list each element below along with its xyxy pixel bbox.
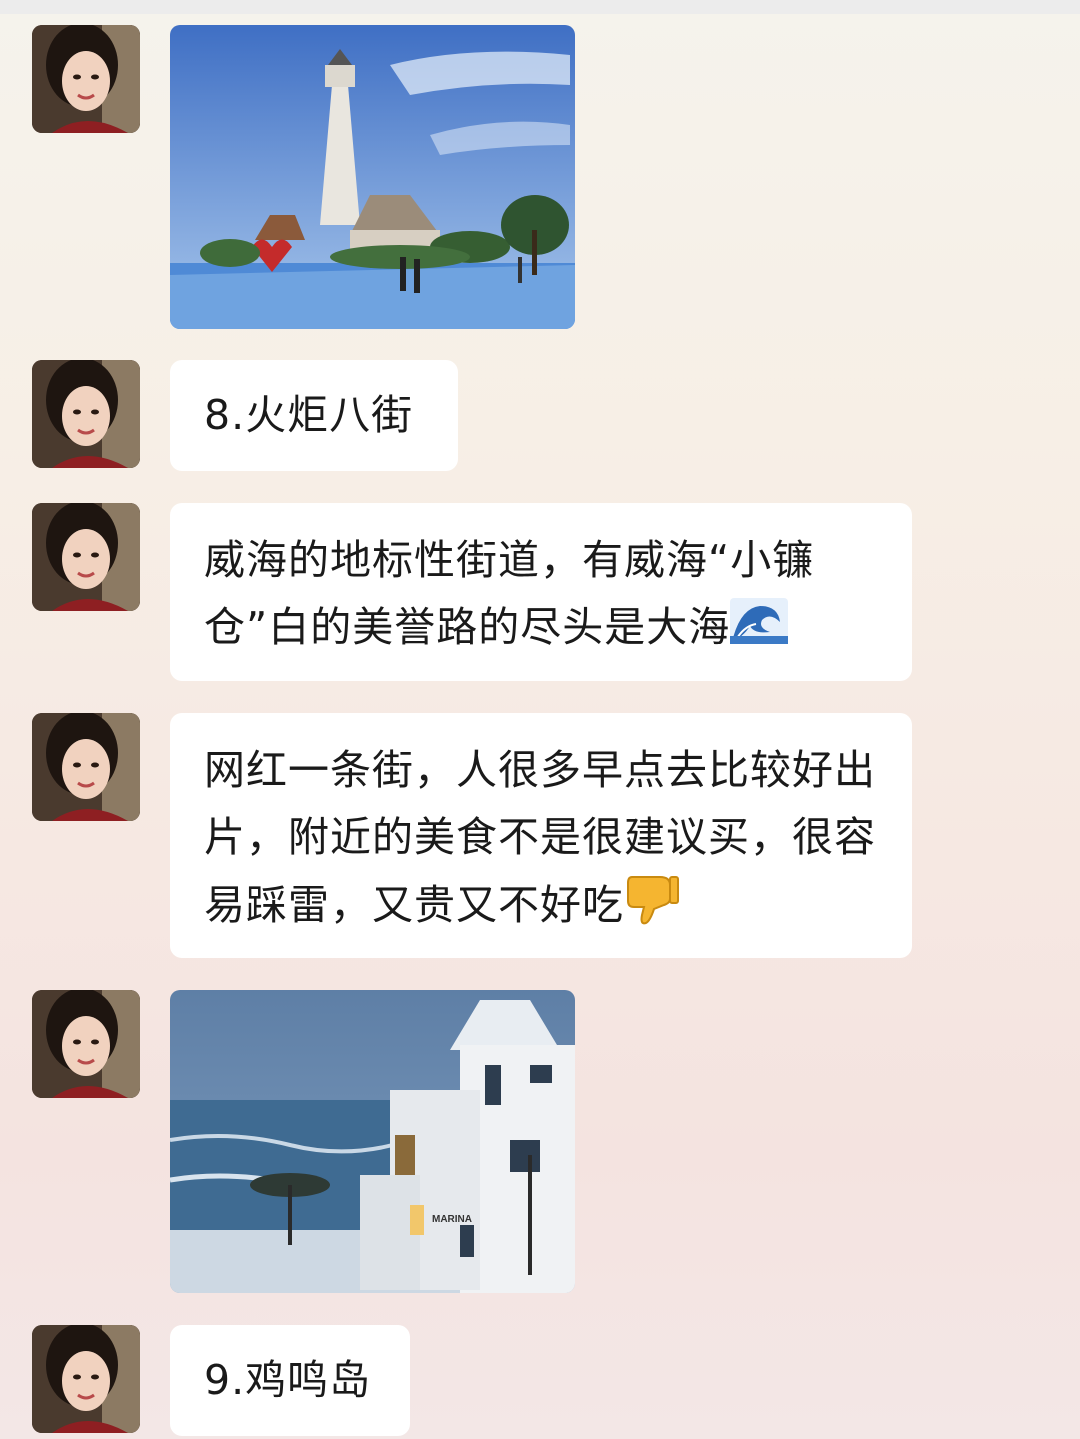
avatar[interactable] — [32, 1325, 140, 1433]
message-bubble[interactable]: 威海的地标性街道，有威海“小镰仓”白的美誉路的尽头是大海 — [170, 503, 912, 681]
svg-text:MARINA: MARINA — [432, 1214, 472, 1225]
message-bubble[interactable]: 8.火炬八街 — [170, 360, 458, 471]
avatar[interactable] — [32, 360, 140, 468]
message-row: 网红一条街，人很多早点去比较好出片，附近的美食不是很建议买，很容易踩雷，又贵又不… — [0, 713, 1080, 958]
message-row: 威海的地标性街道，有威海“小镰仓”白的美誉路的尽头是大海 — [0, 503, 1080, 681]
wave-emoji — [730, 597, 789, 664]
message-row — [0, 25, 1080, 329]
thumbs-down-emoji — [624, 871, 680, 945]
avatar[interactable] — [32, 503, 140, 611]
message-text: 9.鸡鸣岛 — [204, 1356, 372, 1404]
lighthouse-photo[interactable] — [170, 25, 575, 329]
avatar[interactable] — [32, 25, 140, 133]
message-row: MARINA — [0, 990, 1080, 1293]
message-text: 网红一条街，人很多早点去比较好出片，附近的美食不是很建议买，很容易踩雷，又贵又不… — [204, 746, 876, 929]
message-row: 8.火炬八街 — [0, 360, 1080, 471]
message-text: 威海的地标性街道，有威海“小镰仓”白的美誉路的尽头是大海 — [204, 536, 815, 651]
message-row: 9.鸡鸣岛 — [0, 1325, 1080, 1436]
avatar[interactable] — [32, 990, 140, 1098]
message-bubble[interactable]: 网红一条街，人很多早点去比较好出片，附近的美食不是很建议买，很容易踩雷，又贵又不… — [170, 713, 912, 958]
seaside-white-house-photo[interactable]: MARINA — [170, 990, 575, 1293]
message-text: 8.火炬八街 — [204, 391, 414, 439]
status-strip — [0, 0, 1080, 14]
avatar[interactable] — [32, 713, 140, 821]
message-bubble[interactable]: 9.鸡鸣岛 — [170, 1325, 410, 1436]
